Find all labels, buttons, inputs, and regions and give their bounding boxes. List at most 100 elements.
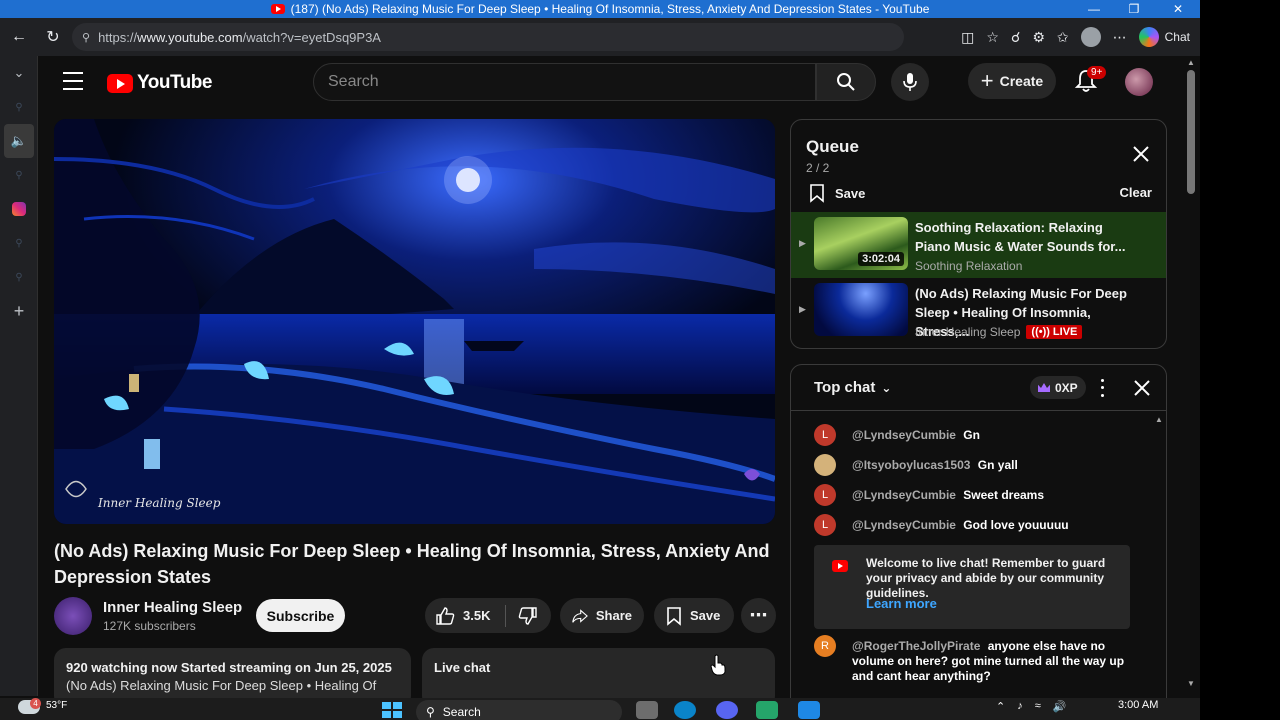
queue-save-button[interactable]: Save <box>809 183 865 203</box>
discord-icon[interactable] <box>716 701 738 719</box>
favorite-star-icon[interactable]: ☆ <box>986 29 999 46</box>
address-row: ← ↻ ⚲ https://www.youtube.com/watch?v=ey… <box>0 18 1200 56</box>
search-button[interactable] <box>816 63 876 101</box>
reload-icon[interactable]: ↻ <box>38 22 68 52</box>
browser-window: (187) (No Ads) Relaxing Music For Deep S… <box>0 0 1200 720</box>
youtube-logo[interactable]: YouTube <box>107 72 212 94</box>
restore-button[interactable]: ❐ <box>1114 0 1154 18</box>
queue-item[interactable]: ▶ (No Ads) Relaxing Music For Deep Sleep… <box>791 278 1166 344</box>
logo-text: YouTube <box>137 72 212 93</box>
queue-count: 2 / 2 <box>806 161 830 175</box>
taskbar: 53°F 4 ⚲ Search ⌃ ♪ ≈ 🔊 3:00 AM <box>0 698 1200 720</box>
queue-clear-button[interactable]: Clear <box>1119 185 1152 200</box>
app-icon[interactable] <box>798 701 820 719</box>
channel-avatar[interactable] <box>54 597 92 635</box>
speaker-icon[interactable]: 🔈 <box>4 124 34 158</box>
xp-badge[interactable]: 0XP <box>1030 376 1086 399</box>
scroll-down-icon[interactable]: ▼ <box>1187 679 1195 688</box>
url-field[interactable]: ⚲ https://www.youtube.com/watch?v=eyetDs… <box>72 23 904 51</box>
chat-close-button[interactable] <box>1131 377 1153 399</box>
share-button[interactable]: Share <box>560 598 644 633</box>
start-button[interactable] <box>382 702 402 718</box>
search-icon <box>837 73 855 91</box>
collapse-chevron-icon[interactable]: ⌄ <box>0 56 38 90</box>
video-duration: 3:02:04 <box>858 252 904 266</box>
chat-text: Sweet dreams <box>963 488 1045 502</box>
chat-username[interactable]: @Itsyoboylucas1503 <box>852 458 970 472</box>
more-actions-button[interactable]: ⋯ <box>741 598 776 633</box>
save-button[interactable]: Save <box>654 598 734 633</box>
page-scrollbar[interactable]: ▲ ▼ <box>1183 56 1200 690</box>
task-view-icon[interactable] <box>636 701 658 719</box>
scroll-up-icon[interactable]: ▲ <box>1187 58 1195 67</box>
chat-avatar: L <box>814 514 836 536</box>
edge-browser-icon[interactable] <box>674 701 696 719</box>
account-avatar[interactable] <box>1125 68 1153 96</box>
close-window-button[interactable]: ✕ <box>1158 0 1198 18</box>
queue-item-title: Soothing Relaxation: Relaxing Piano Musi… <box>915 220 1126 254</box>
taskbar-search[interactable]: ⚲ Search <box>416 700 622 720</box>
chat-options-button[interactable] <box>1097 377 1107 399</box>
search-icon: ⚲ <box>426 705 435 719</box>
chat-username[interactable]: @LyndseyCumbie <box>852 488 956 502</box>
back-icon[interactable]: ← <box>4 22 34 52</box>
copilot-chat-button[interactable]: Chat <box>1138 27 1190 47</box>
dislike-button[interactable] <box>506 606 550 626</box>
create-button[interactable]: + Create <box>968 63 1056 99</box>
search-input[interactable]: Search <box>313 63 816 101</box>
voice-search-button[interactable] <box>891 63 929 101</box>
sidebar-search-icon[interactable]: ⚲ <box>0 158 38 192</box>
app-icon[interactable] <box>756 701 778 719</box>
clock[interactable]: 3:00 AM <box>1118 699 1158 711</box>
weather-widget[interactable]: 53°F <box>18 700 67 714</box>
wifi-icon[interactable]: ≈ <box>1035 700 1041 713</box>
subscribe-button[interactable]: Subscribe <box>256 599 345 632</box>
menu-icon[interactable] <box>63 72 83 90</box>
sidebar-search-icon[interactable]: ⚲ <box>0 260 38 294</box>
share-label: Share <box>595 608 632 623</box>
chat-message: L @LyndseyCumbie Gn <box>814 424 1144 446</box>
sidebar-search-icon[interactable]: ⚲ <box>0 226 38 260</box>
chat-scroll-up-icon[interactable]: ▲ <box>1155 415 1163 424</box>
title-bar: (187) (No Ads) Relaxing Music For Deep S… <box>0 0 1200 18</box>
live-label: LIVE <box>1052 326 1078 338</box>
chat-text: God love youuuuu <box>963 518 1069 532</box>
chat-username[interactable]: @LyndseyCumbie <box>852 518 956 532</box>
chat-username[interactable]: @RogerTheJollyPirate <box>852 639 980 653</box>
share-icon <box>572 608 588 623</box>
weather-badge: 4 <box>30 698 41 709</box>
like-button[interactable]: 3.5K <box>425 606 505 626</box>
add-icon[interactable]: + <box>0 294 38 328</box>
welcome-banner: Welcome to live chat! Remember to guard … <box>814 545 1130 629</box>
collections-icon[interactable]: ✩ <box>1057 29 1069 46</box>
queue-item-channel: Inner Healing Sleep ((•)) LIVE <box>915 325 1083 339</box>
chat-username[interactable]: @LyndseyCumbie <box>852 428 956 442</box>
sidebar-search-icon[interactable]: ⚲ <box>0 90 38 124</box>
video-title: (No Ads) Relaxing Music For Deep Sleep •… <box>54 541 770 587</box>
chat-message: R @RogerTheJollyPirate anyone else have … <box>814 635 1144 684</box>
queue-close-button[interactable] <box>1129 142 1153 166</box>
extensions-icon[interactable]: ⚙ <box>1032 29 1045 46</box>
chat-mode-dropdown[interactable]: Top chat ⌄ <box>814 379 891 396</box>
split-screen-icon[interactable]: ◫ <box>961 29 974 46</box>
more-options-icon[interactable]: ⋯ <box>1113 29 1127 46</box>
video-thumbnail-scene: Inner Healing Sleep <box>54 119 775 524</box>
xp-label: 0XP <box>1055 380 1078 395</box>
minimize-button[interactable]: — <box>1074 0 1114 18</box>
video-player[interactable]: Inner Healing Sleep <box>54 119 775 524</box>
profile-avatar[interactable] <box>1080 27 1101 47</box>
volume-icon[interactable]: 🔊 <box>1053 700 1067 713</box>
microphone-icon[interactable]: ♪ <box>1017 700 1023 713</box>
queue-item[interactable]: ▶ 3:02:04 Soothing Relaxation: Relaxing … <box>791 212 1166 278</box>
play-arrow-icon: ▶ <box>799 304 806 314</box>
thumbs-down-icon <box>518 606 537 625</box>
chat-message: @Itsyoboylucas1503 Gn yall <box>814 454 1144 476</box>
chat-avatar <box>814 454 836 476</box>
channel-name[interactable]: Inner Healing Sleep <box>103 599 242 616</box>
notification-bell-icon[interactable]: ☌ <box>1011 29 1020 46</box>
scrollbar-thumb[interactable] <box>1187 70 1195 194</box>
tray-chevron-icon[interactable]: ⌃ <box>996 700 1005 713</box>
instagram-icon[interactable] <box>0 192 38 226</box>
system-tray: ⌃ ♪ ≈ 🔊 <box>996 700 1066 713</box>
learn-more-link[interactable]: Learn more <box>866 596 937 611</box>
